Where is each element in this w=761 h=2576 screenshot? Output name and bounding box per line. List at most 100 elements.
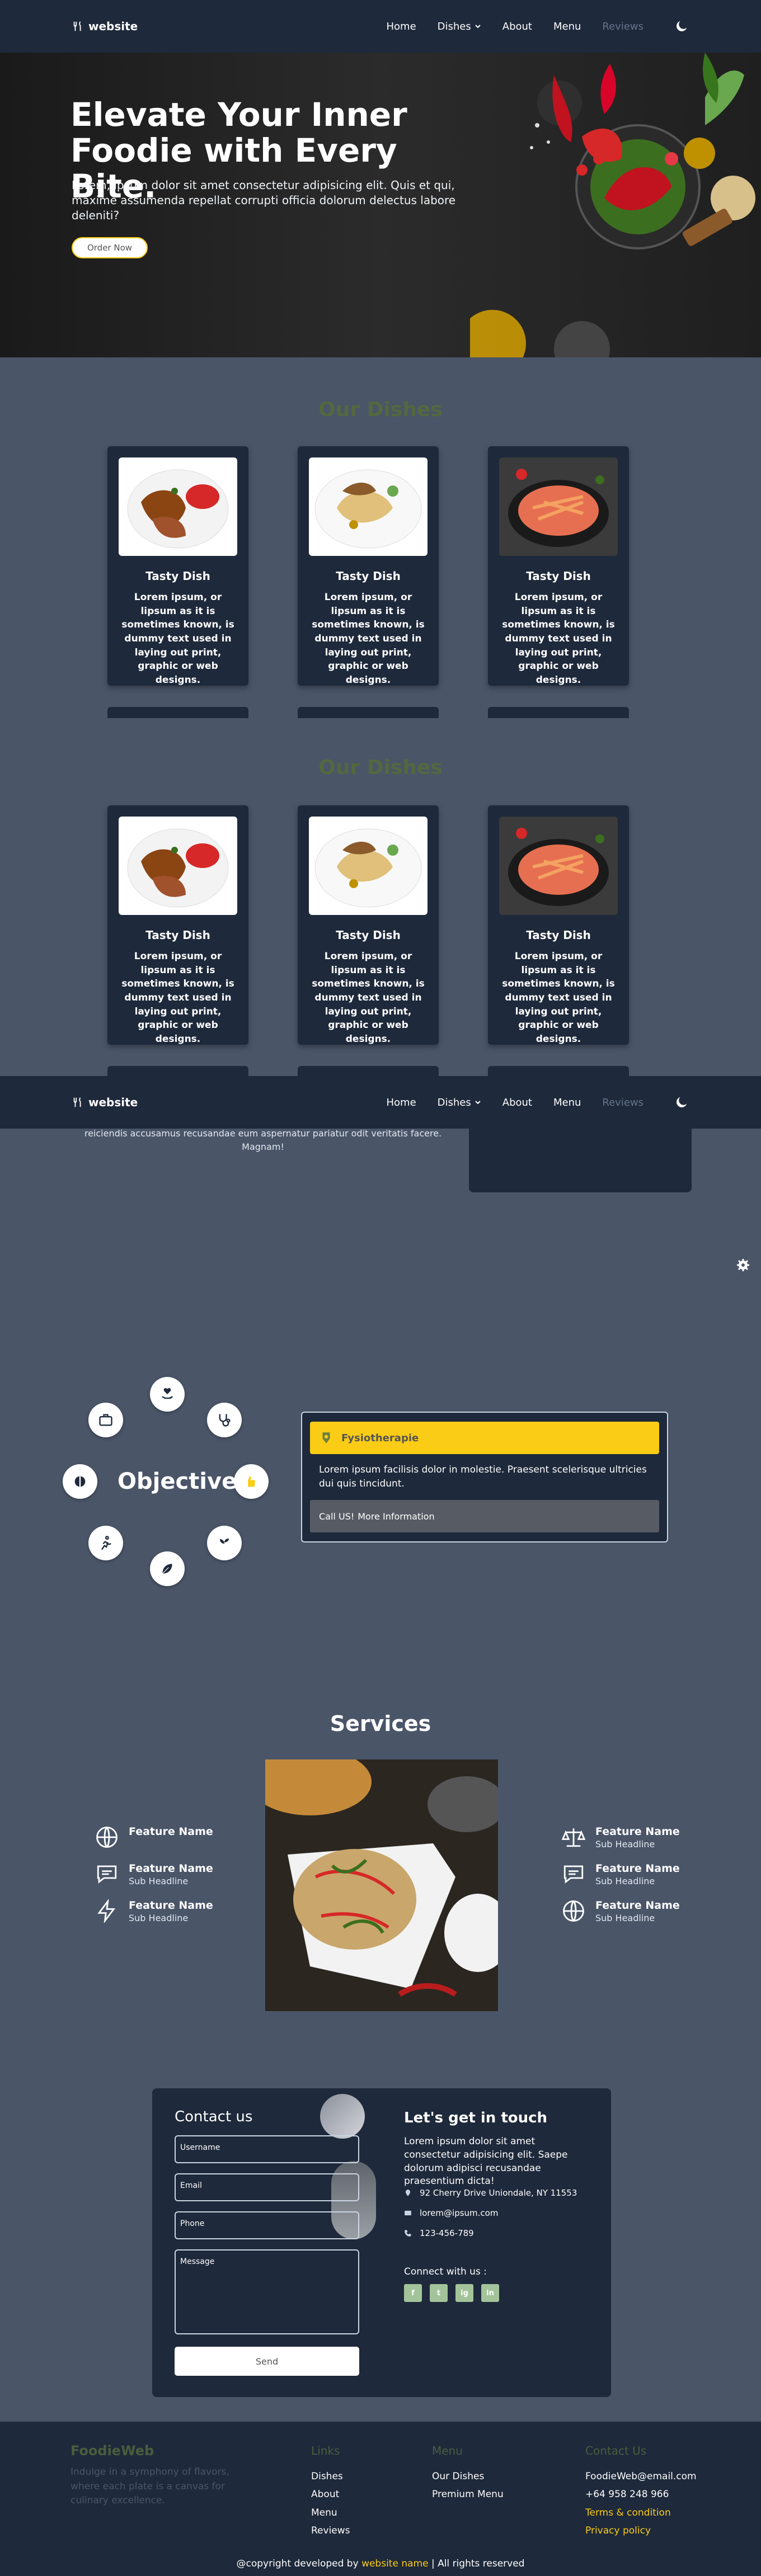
fork-knife-icon [73,21,81,31]
scale-icon [562,1828,585,1847]
message-field[interactable]: Message [175,2249,359,2334]
feature-sub: Sub Headline [129,1913,189,1923]
gear-icon[interactable] [736,1258,750,1272]
footer-link[interactable]: Our Dishes [432,2468,504,2485]
feature-item[interactable]: Feature Name Sub Headline [562,1825,680,1850]
dish-card[interactable]: Tasty Dish Lorem ipsum, or lipsum as it … [488,446,629,686]
dish-image [499,817,618,915]
dish-card[interactable]: Tasty Dish Lorem ipsum, or lipsum as it … [298,446,439,686]
nav-reviews[interactable]: Reviews [602,21,643,32]
nav-about[interactable]: About [502,1097,532,1108]
feature-item[interactable]: Feature Name Sub Headline [95,1862,213,1886]
brand-name: website [88,20,138,33]
feature-sub: Sub Headline [129,1876,189,1886]
nav-menu[interactable]: Menu [553,21,581,32]
feature-sub: Sub Headline [595,1839,655,1850]
footer-link[interactable]: Reviews [311,2522,350,2540]
brand-logo[interactable]: website [72,20,138,33]
dish-image [309,457,428,556]
nav-dishes-label: Dishes [437,1096,471,1108]
panel-header[interactable]: Fysiotherapie [310,1422,659,1454]
website-link[interactable]: website name [361,2558,428,2569]
nav-reviews[interactable]: Reviews [602,1097,643,1108]
footer-col-title: Menu [432,2444,463,2457]
dish-text: Lorem ipsum, or lipsum as it is sometime… [121,951,234,1045]
dish-card-stub [488,1066,629,1077]
dish-text: Lorem ipsum, or lipsum as it is sometime… [502,592,615,686]
footer-link[interactable]: About [311,2485,350,2503]
chevron-down-icon [475,1101,481,1105]
feature-item[interactable]: Feature Name [95,1825,213,1849]
phone-text: 123-456-789 [420,2228,474,2238]
twitter-icon[interactable]: t [430,2284,448,2302]
phone-field[interactable]: Phone [175,2211,359,2239]
feature-name: Feature Name [595,1899,680,1912]
footer-desc: Indulge in a symphony of flavors, where … [71,2466,229,2506]
capsule-icon[interactable] [63,1464,97,1499]
seedling-icon[interactable] [207,1526,242,1560]
footer-phone[interactable]: +64 958 248 966 [585,2485,697,2503]
email-text: lorem@ipsum.com [420,2208,499,2218]
hand-badge-icon[interactable] [234,1464,269,1499]
stethoscope-icon[interactable] [207,1403,242,1437]
terms-link[interactable]: Terms & condition [585,2504,697,2522]
feature-item[interactable]: Feature Name Sub Headline [562,1862,680,1886]
footer-link[interactable]: Premium Menu [432,2485,504,2503]
dish-text: Lorem ipsum, or lipsum as it is sometime… [121,592,234,686]
footer-email[interactable]: FoodieWeb@email.com [585,2468,697,2485]
dish-card[interactable]: Tasty Dish Lorem ipsum, or lipsum as it … [107,446,248,686]
username-field[interactable]: Username [175,2135,359,2163]
privacy-link[interactable]: Privacy policy [585,2522,697,2540]
moon-icon[interactable] [674,1094,689,1110]
footer-link[interactable]: Dishes [311,2468,350,2485]
dish-image [309,817,428,915]
feature-name: Feature Name [129,1862,213,1875]
hero-food-image [470,53,755,357]
email-field[interactable]: Email [175,2173,359,2201]
send-button[interactable]: Send [175,2347,359,2376]
more-info-link[interactable]: More Information [358,1511,434,1522]
globe-icon [563,1900,584,1922]
briefcase-icon[interactable] [88,1403,123,1437]
order-now-button[interactable]: Order Now [72,237,148,258]
location-icon [405,2190,411,2196]
dish-title: Tasty Dish [526,928,591,942]
feature-name: Feature Name [129,1899,213,1912]
info-text: Lorem ipsum dolor sit amet consectetur a… [404,2136,568,2187]
brand-logo[interactable]: website [72,1096,138,1109]
instagram-icon[interactable]: ig [455,2284,473,2302]
hero-text: Lorem, ipsum dolor sit amet consectetur … [72,178,456,222]
facebook-icon[interactable]: f [404,2284,422,2302]
feature-item[interactable]: Feature Name Sub Headline [562,1899,680,1923]
globe-icon [96,1827,118,1848]
dishes-title: Our Dishes [318,398,443,421]
dish-card[interactable]: Tasty Dish Lorem ipsum, or lipsum as it … [107,805,248,1045]
dish-card[interactable]: Tasty Dish Lorem ipsum, or lipsum as it … [298,805,439,1045]
linkedin-icon[interactable]: in [481,2284,499,2302]
nav-dishes[interactable]: Dishes [438,1097,481,1108]
hand-heart-icon[interactable] [150,1377,185,1412]
nav-home[interactable]: Home [386,21,416,32]
dishes-title: Our Dishes [318,756,443,779]
footer-brand[interactable]: FoodieWeb [71,2443,154,2459]
brand-name: website [88,1096,138,1109]
feature-item[interactable]: Feature Name Sub Headline [95,1899,213,1923]
email-row[interactable]: lorem@ipsum.com [404,2208,498,2218]
running-icon[interactable] [88,1526,123,1560]
lightning-icon [97,1899,116,1923]
chat-icon [563,1865,584,1884]
dish-title: Tasty Dish [145,928,210,942]
dish-image [499,457,618,556]
nav-menu[interactable]: Menu [553,1097,581,1108]
panel-footer[interactable]: Call US! More Information [310,1500,659,1532]
footer-link[interactable]: Menu [311,2504,350,2522]
dish-card[interactable]: Tasty Dish Lorem ipsum, or lipsum as it … [488,805,629,1045]
services-title: Services [330,1711,431,1736]
nav-about[interactable]: About [502,21,532,32]
phone-row[interactable]: 123-456-789 [404,2228,474,2238]
moon-icon[interactable] [674,18,689,34]
nav-dishes[interactable]: Dishes [438,21,481,32]
leaf-icon[interactable] [150,1551,185,1586]
feature-sub: Sub Headline [595,1913,655,1923]
nav-home[interactable]: Home [386,1097,416,1108]
